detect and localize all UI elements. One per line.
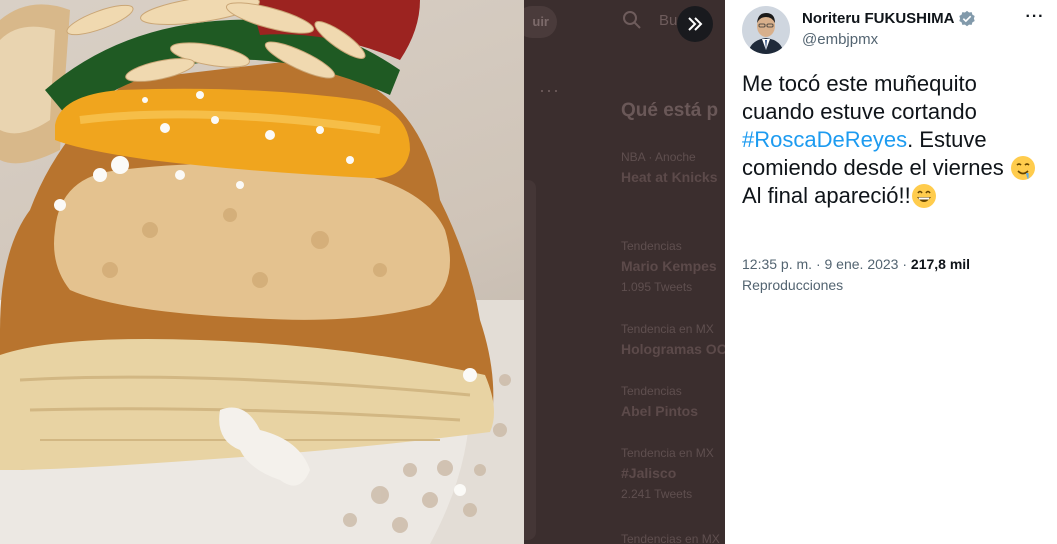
trend-item: Tendencias Mario Kempes 1.095 Tweets	[621, 239, 717, 294]
trend-item: Tendencias Abel Pintos	[621, 384, 698, 419]
trends-heading: Qué está p	[621, 100, 719, 121]
trend-title: Heat at Knicks	[621, 169, 718, 185]
tweet-panel: Noriteru FUKUSHIMA @embjpmx ··· Me tocó …	[725, 0, 1057, 544]
trend-count: 1.095 Tweets	[621, 280, 693, 294]
drooling-face-emoji	[1010, 156, 1035, 180]
tweet-photo[interactable]	[0, 0, 524, 544]
meta-separator: ·	[815, 256, 821, 272]
trend-context: Tendencia en MX	[621, 322, 714, 336]
rosca-de-reyes-photo	[0, 0, 524, 544]
author-handle[interactable]: @embjpmx	[802, 31, 878, 48]
meta-separator: ·	[902, 256, 908, 272]
trend-context: NBA · Anoche	[621, 150, 696, 164]
avatar[interactable]	[742, 6, 790, 54]
search-placeholder: Bu	[659, 12, 678, 29]
tweet-text-part: Me tocó este muñequito cuando estuve cor…	[742, 71, 977, 124]
trend-context: Tendencias en MX	[621, 532, 720, 544]
more-options-icon: ···	[539, 80, 560, 100]
verified-badge-icon	[959, 10, 975, 27]
tweet-time[interactable]: 12:35 p. m.	[742, 256, 812, 272]
trend-item: Tendencia en MX Hologramas OC	[621, 322, 725, 357]
trend-context: Tendencias	[621, 384, 682, 398]
avatar-image	[742, 6, 790, 54]
trend-item: NBA · Anoche Heat at Knicks	[621, 150, 717, 185]
expand-button[interactable]	[677, 6, 713, 42]
trend-title: Mario Kempes	[621, 258, 717, 274]
grinning-face-emoji	[911, 184, 936, 208]
views-label[interactable]: Reproducciones	[742, 277, 843, 293]
trend-context: Tendencia en MX	[621, 446, 714, 460]
search-icon	[623, 11, 641, 29]
trend-title: Abel Pintos	[621, 403, 699, 419]
hashtag-link[interactable]: #RoscaDeReyes	[742, 127, 907, 152]
views-count: 217,8 mil	[910, 256, 971, 272]
trend-count: 2.241 Tweets	[621, 487, 693, 501]
tweet-meta: 12:35 p. m. · 9 ene. 2023 · 217,8 mil	[742, 256, 970, 272]
more-options-button[interactable]: ···	[1021, 8, 1049, 28]
trend-title: Hologramas OC	[621, 341, 725, 357]
background-follow-button: uir	[524, 6, 557, 38]
trend-item: Tendencias en MX	[621, 532, 720, 544]
trend-title: #Jalisco	[621, 465, 677, 481]
author-name[interactable]: Noriteru FUKUSHIMA	[802, 10, 955, 27]
tweet-date[interactable]: 9 ene. 2023	[825, 256, 899, 272]
tweet-text-part: Al final apareció!!	[742, 183, 911, 208]
tweet-text: Me tocó este muñequito cuando estuve cor…	[742, 70, 1042, 210]
trend-context: Tendencias	[621, 239, 682, 253]
background-panel	[524, 180, 536, 540]
trend-item: Tendencia en MX #Jalisco 2.241 Tweets	[621, 446, 714, 501]
background-page: uir Bu ··· Qué está p NBA · Anoche Heat …	[524, 0, 725, 544]
double-chevron-right-icon	[688, 17, 703, 31]
